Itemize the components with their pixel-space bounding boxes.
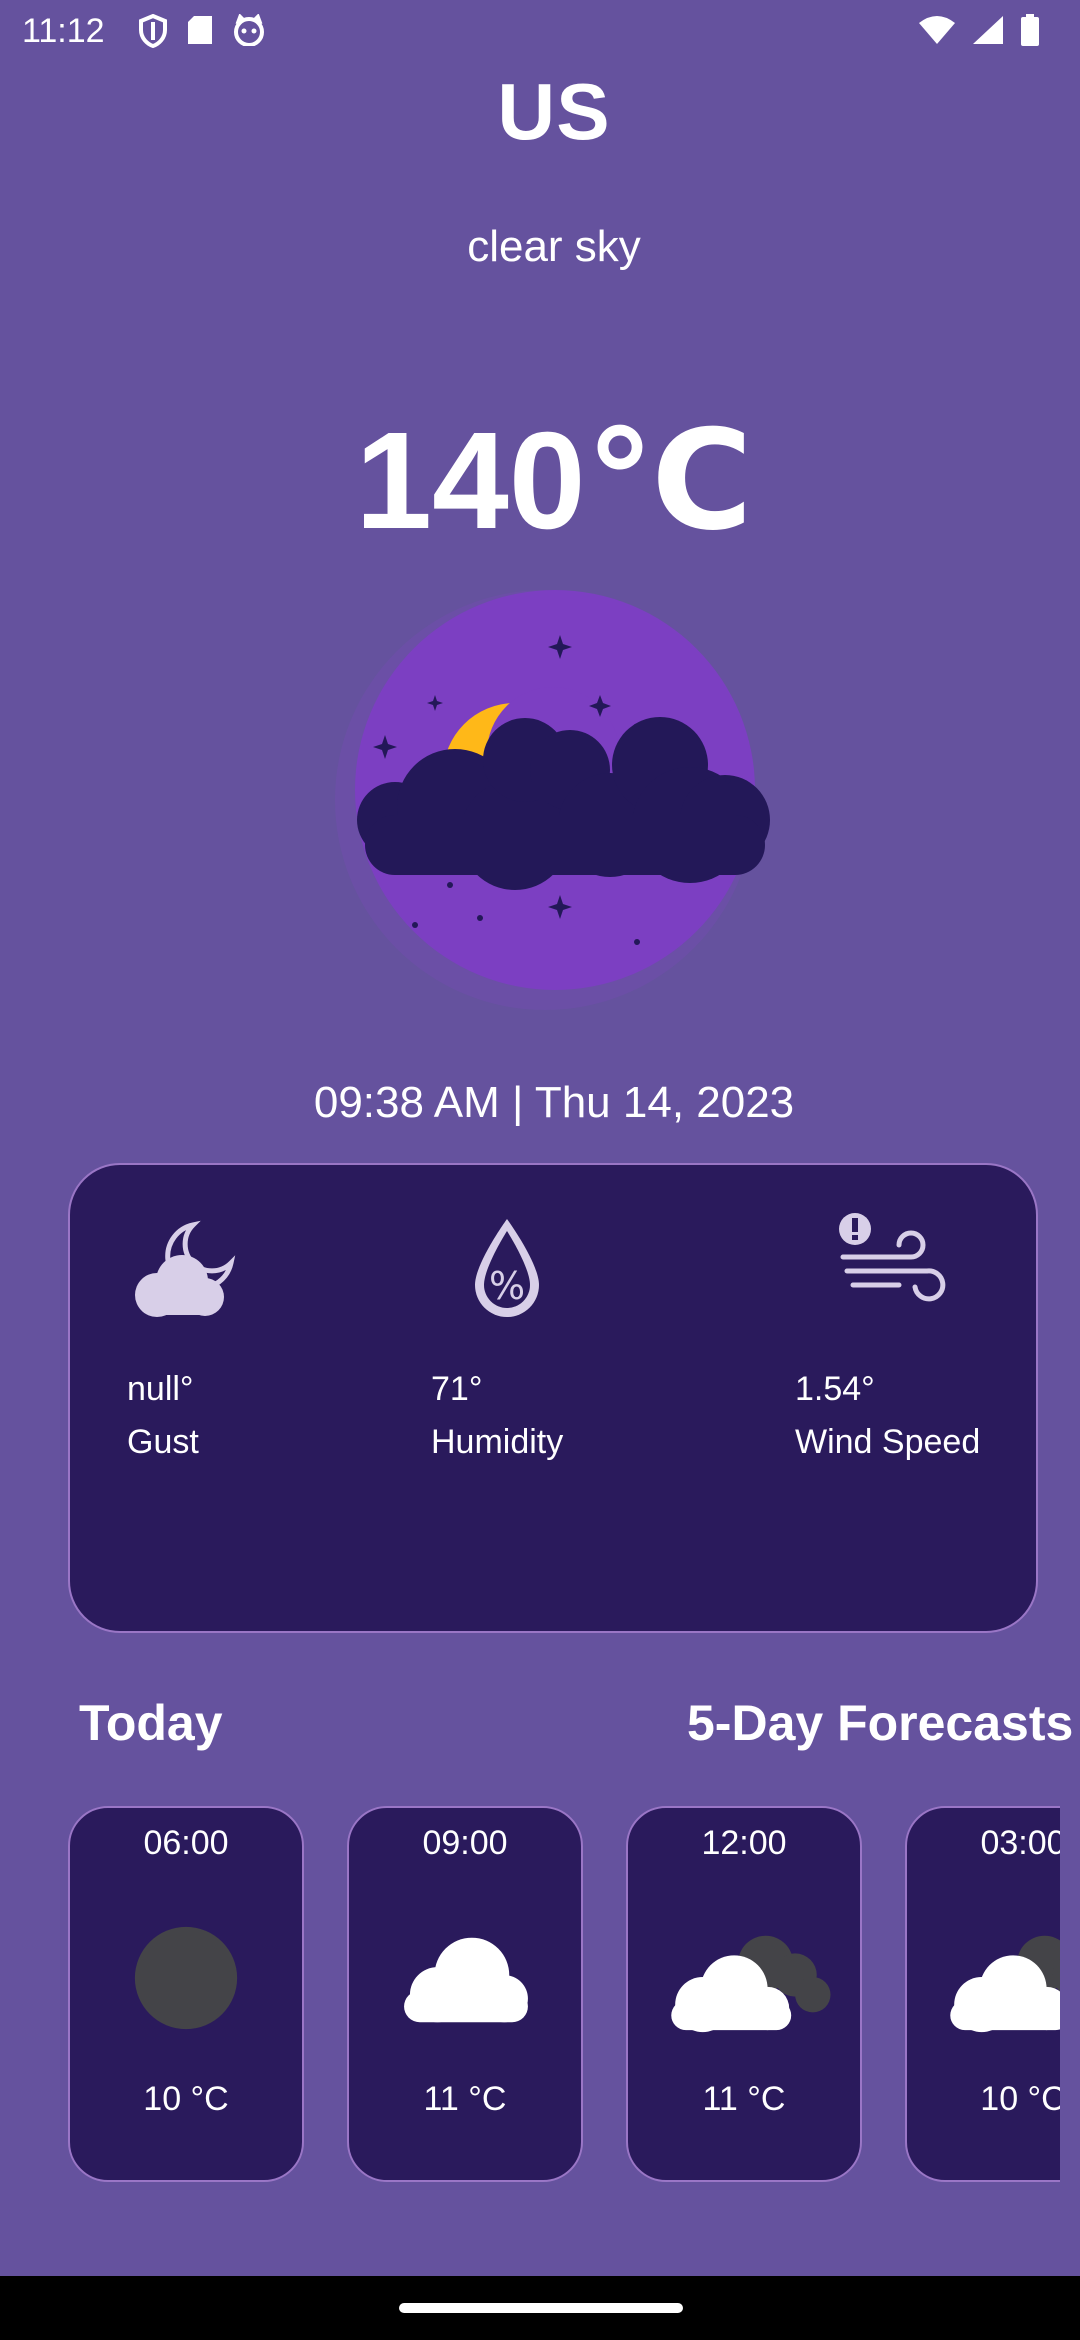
hourly-time: 03:00 [980, 1824, 1060, 1862]
status-bar: 11:12 [0, 0, 1080, 62]
dark-circle-icon [134, 1926, 238, 2030]
humidity-value: 71° [431, 1370, 483, 1408]
hourly-card[interactable]: 12:00 11 °C [626, 1806, 862, 2182]
hourly-card[interactable]: 06:00 10 °C [68, 1806, 304, 2182]
weather-description: clear sky [467, 222, 641, 271]
gust-label: Gust [127, 1423, 199, 1461]
hourly-card[interactable]: 03:00 10 °C [905, 1806, 1060, 2182]
cloudy-icon [950, 1935, 1060, 2033]
status-system-icons [918, 14, 1040, 46]
hourly-time: 06:00 [143, 1824, 229, 1862]
weather-details-card: null° Gust % 71° Humidity 1.54° Wind Spe… [68, 1163, 1038, 1633]
status-notification-icons [138, 14, 266, 48]
sd-card-icon [188, 16, 212, 44]
svg-text:%: % [489, 1264, 525, 1308]
wind-speed-label: Wind Speed [795, 1423, 981, 1461]
hourly-temp: 10 °C [980, 2080, 1060, 2118]
hourly-forecast-list[interactable]: 06:00 10 °C 09:00 11 °C 12:00 11 °C 03:0… [68, 1806, 1060, 2184]
hourly-card[interactable]: 09:00 11 °C [347, 1806, 583, 2182]
cloud-moon-icon [135, 1220, 236, 1317]
gust-value: null° [127, 1370, 194, 1408]
hourly-time: 09:00 [422, 1824, 508, 1862]
hourly-temp: 11 °C [423, 2080, 507, 2118]
current-temperature: 140℃ [355, 404, 753, 558]
cat-icon [234, 14, 264, 46]
hourly-time: 12:00 [701, 1824, 787, 1862]
city-name: US [497, 67, 611, 156]
home-gesture-handle[interactable] [399, 2303, 683, 2313]
tab-today[interactable]: Today [79, 1694, 223, 1752]
wind-speed-value: 1.54° [795, 1370, 875, 1408]
battery-icon [1021, 14, 1039, 46]
navigation-bar [0, 2276, 1080, 2340]
date-time: 09:38 AM | Thu 14, 2023 [313, 1078, 795, 1127]
wifi-icon [919, 16, 955, 44]
night-cloud-moon-icon [335, 590, 770, 1010]
shield-icon [139, 14, 167, 48]
humidity-label: Humidity [431, 1423, 564, 1461]
hourly-temp: 11 °C [702, 2080, 786, 2118]
cloudy-icon [671, 1935, 831, 2033]
signal-icon [973, 16, 1003, 44]
humidity-drop-icon: % [475, 1219, 539, 1317]
cloud-icon [404, 1937, 528, 2023]
status-time: 11:12 [22, 12, 105, 50]
wind-alert-icon [839, 1213, 946, 1302]
tab-5-day-forecasts[interactable]: 5-Day Forecasts [687, 1694, 1073, 1752]
hourly-temp: 10 °C [143, 2080, 229, 2118]
